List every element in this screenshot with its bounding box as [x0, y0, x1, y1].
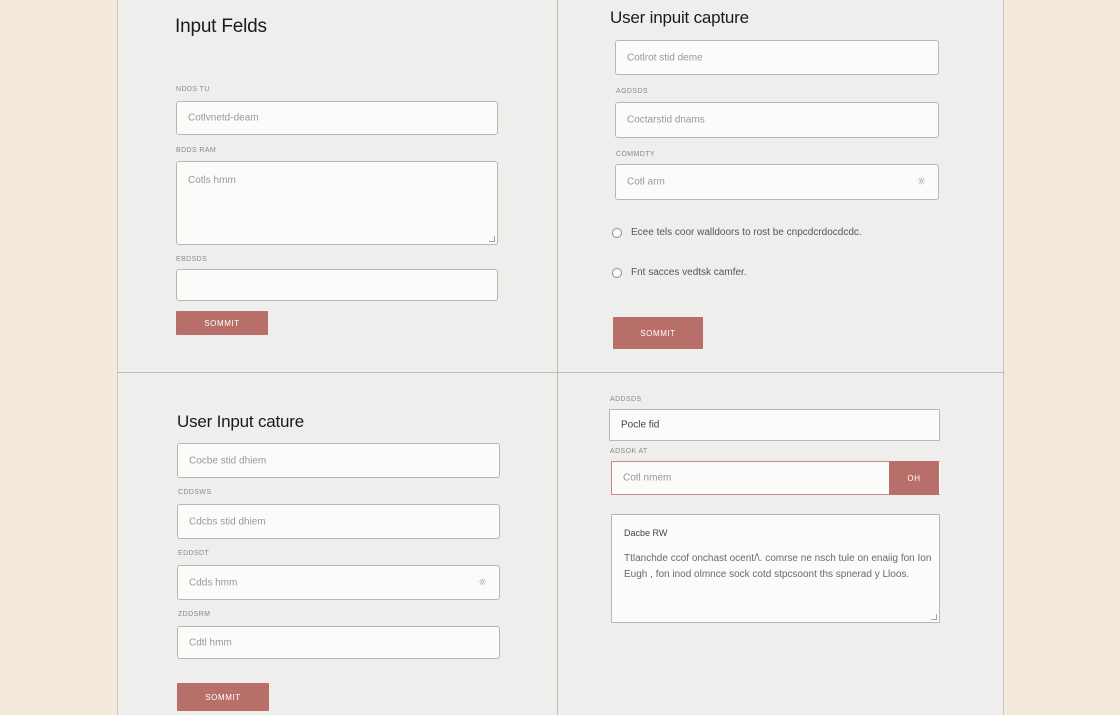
resize-handle-icon[interactable]: [931, 614, 937, 620]
text-input[interactable]: [176, 269, 498, 301]
password-input[interactable]: Cdds hmm ☼: [177, 565, 500, 600]
field-label: ADSOK AT: [610, 448, 648, 455]
field-label: EBDSDS: [176, 256, 208, 263]
submit-button[interactable]: SOMMIT: [176, 311, 268, 335]
field-label: CDDSWS: [178, 489, 212, 496]
text-input[interactable]: Coctarstid dnams: [615, 102, 939, 138]
input-placeholder: Cotlrot stid deme: [627, 52, 703, 63]
resize-handle-icon[interactable]: [489, 236, 495, 242]
text-input[interactable]: Cdtl hmm: [177, 626, 500, 659]
radio-button[interactable]: [612, 267, 622, 278]
password-input[interactable]: Cotl arm ☼: [615, 164, 939, 200]
notes-body: Ttlanchde ccof onchast ocent/\. comrse n…: [624, 553, 932, 580]
form-board: Input Felds NDDS TU Cotlvnetd-deam BDDS …: [117, 0, 1005, 715]
field-label: BDDS RAM: [176, 147, 217, 154]
input-placeholder: Cotl nmem: [623, 472, 672, 484]
text-input[interactable]: Cdcbs stid dhiem: [177, 504, 500, 539]
text-input[interactable]: Cotlvnetd-deam: [176, 101, 498, 135]
panel-title: User Input cature: [177, 412, 304, 431]
field-label: COMMDTY: [616, 151, 655, 158]
input-placeholder: Cdtl hmm: [189, 637, 232, 648]
field-label: AGDSDS: [616, 88, 648, 95]
input-placeholder: Cdcbs stid dhiem: [189, 516, 266, 527]
radio-option[interactable]: Fnt sacces vedtsk camfer.: [612, 267, 747, 278]
input-placeholder: Cotlvnetd-deam: [188, 112, 259, 124]
submit-button[interactable]: SOMMIT: [613, 317, 703, 349]
text-input[interactable]: Cocbe stid dhiem: [177, 443, 500, 478]
panel-title: User inpuit capture: [610, 8, 749, 27]
field-label: NDDS TU: [176, 86, 210, 93]
input-placeholder: Cotl arm: [627, 176, 665, 188]
radio-label: Fnt sacces vedtsk camfer.: [631, 267, 747, 278]
field-label: ADDSDS: [610, 396, 642, 403]
notes-textarea[interactable]: Dacbe RW Ttlanchde ccof onchast ocent/\.…: [611, 514, 940, 623]
input-placeholder: Cdds hmm: [189, 577, 238, 588]
radio-button[interactable]: [612, 227, 622, 238]
radio-label: Ecee tels coor walldoors to rost be cnpc…: [631, 227, 862, 238]
submit-button[interactable]: SOMMIT: [177, 683, 269, 711]
field-label: ZDDSRM: [178, 611, 211, 618]
ok-button[interactable]: OH: [889, 461, 939, 495]
input-placeholder: Cocbe stid dhiem: [189, 455, 267, 466]
eye-icon[interactable]: ☼: [917, 177, 926, 188]
input-value: Pocle fid: [621, 419, 660, 431]
panel-title: Input Felds: [175, 16, 267, 37]
text-input[interactable]: Pocle fid: [609, 409, 940, 441]
text-input[interactable]: Cotlrot stid deme: [615, 40, 939, 75]
horizontal-divider: [118, 372, 1005, 373]
field-label: EDDSDT: [178, 550, 210, 557]
textarea-placeholder: Cotls hmm: [188, 175, 236, 186]
vertical-divider: [557, 0, 558, 715]
notes-heading: Dacbe RW: [624, 528, 668, 538]
input-placeholder: Coctarstid dnams: [627, 114, 705, 126]
textarea-input[interactable]: Cotls hmm: [176, 161, 498, 245]
eye-icon[interactable]: ☼: [478, 577, 487, 588]
radio-option[interactable]: Ecee tels coor walldoors to rost be cnpc…: [612, 227, 862, 238]
